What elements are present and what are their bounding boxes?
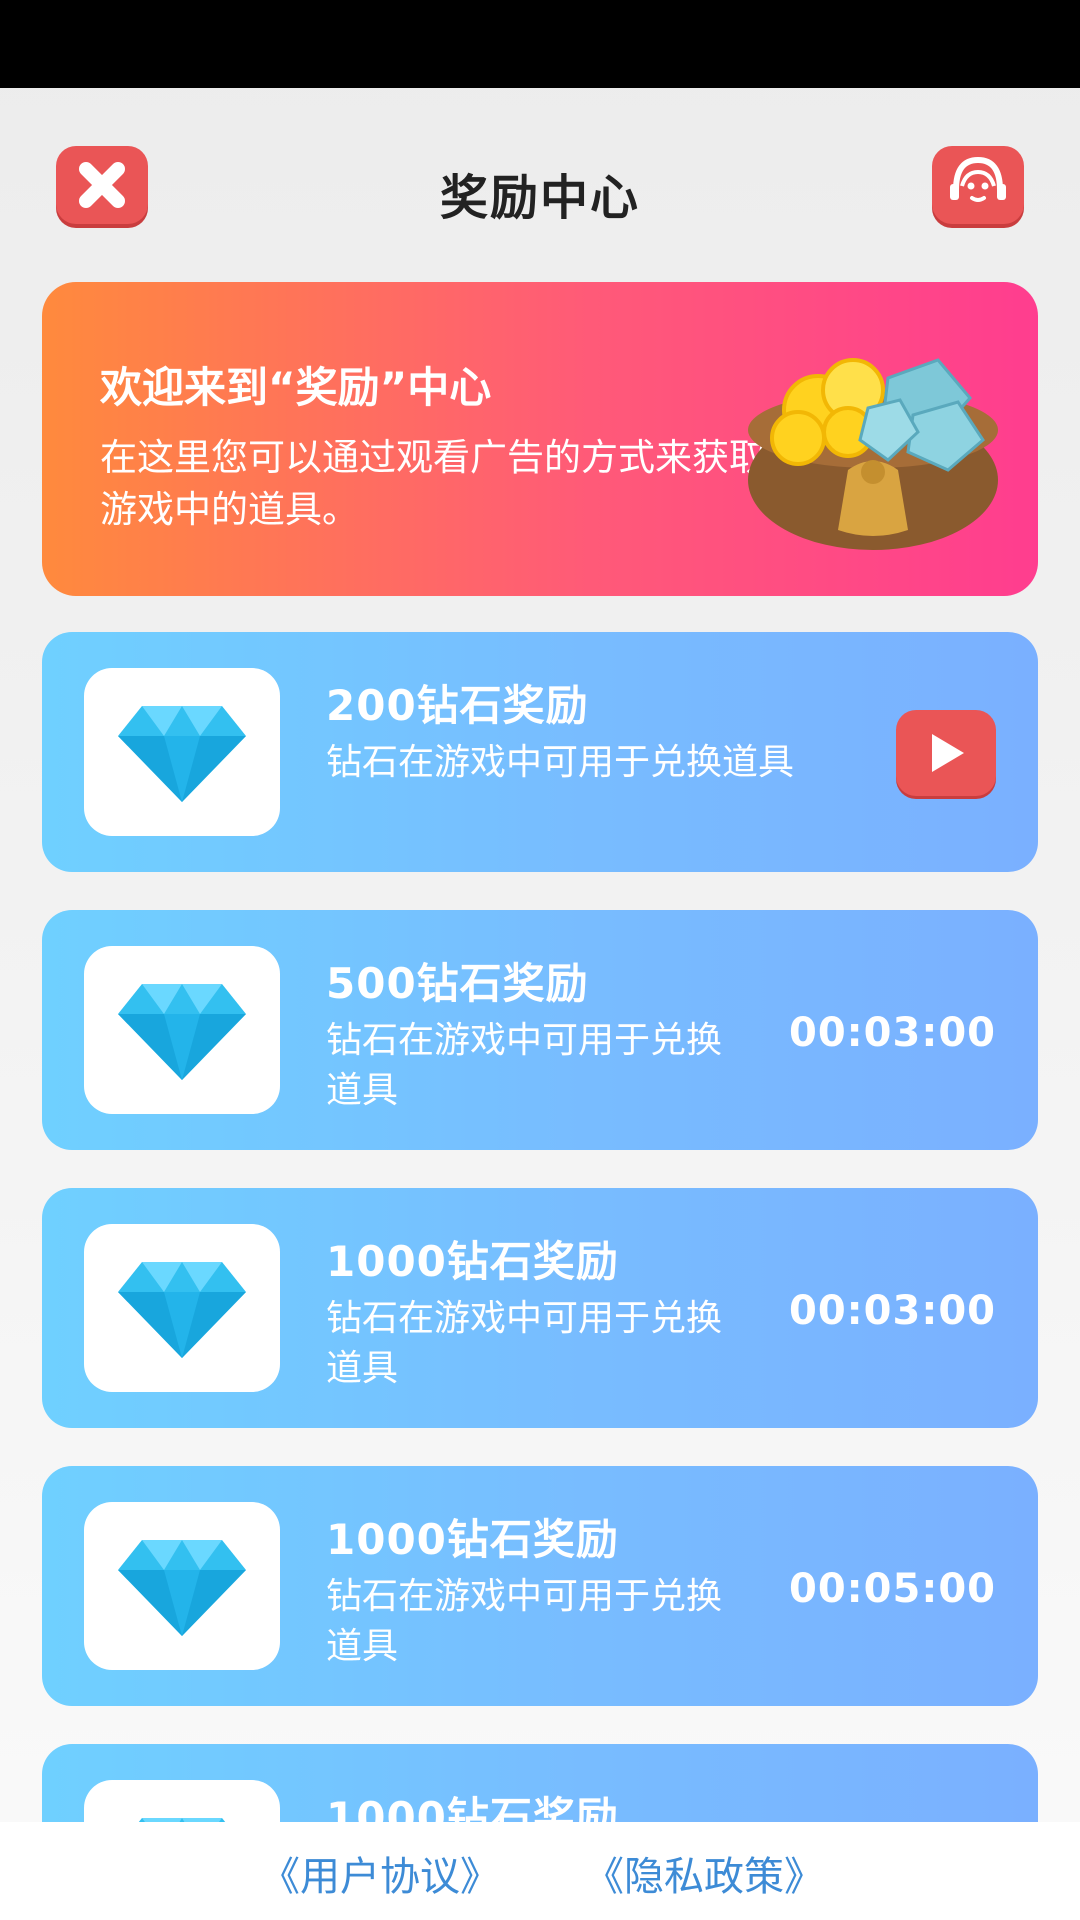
reward-description: 钻石在游戏中可用于兑换道具 bbox=[326, 1576, 723, 1667]
reward-list: 200钻石奖励 钻石在游戏中可用于兑换道具 500钻石奖励 钻石在游戏中可用于兑… bbox=[42, 632, 1038, 1822]
reward-title: 1000钻石奖励 bbox=[326, 1237, 619, 1286]
customer-service-button[interactable] bbox=[932, 146, 1024, 224]
diamond-icon bbox=[138, 1818, 226, 1822]
reward-thumbnail bbox=[84, 1502, 280, 1670]
reward-description: 钻石在游戏中可用于兑换道具 bbox=[326, 742, 795, 783]
banner-title: 欢迎来到“奖励”中心 bbox=[100, 363, 492, 412]
reward-title: 200钻石奖励 bbox=[326, 681, 589, 730]
watch-ad-button[interactable] bbox=[896, 710, 996, 796]
footer: 《用户协议》 《隐私政策》 bbox=[0, 1822, 1080, 1920]
cooldown-timer: 00:03:00 bbox=[789, 1288, 996, 1334]
reward-thumbnail bbox=[84, 1780, 280, 1822]
diamond-icon bbox=[118, 984, 246, 1080]
diamond-icon bbox=[118, 706, 246, 802]
reward-card: 1000钻石奖励 bbox=[42, 1744, 1038, 1822]
diamond-icon bbox=[118, 1262, 246, 1358]
customer-service-icon bbox=[950, 156, 1006, 202]
reward-card: 200钻石奖励 钻石在游戏中可用于兑换道具 bbox=[42, 632, 1038, 872]
reward-card: 500钻石奖励 钻石在游戏中可用于兑换道具 00:03:00 bbox=[42, 910, 1038, 1150]
reward-thumbnail bbox=[84, 946, 280, 1114]
reward-card: 1000钻石奖励 钻石在游戏中可用于兑换道具 00:05:00 bbox=[42, 1466, 1038, 1706]
privacy-policy-link[interactable]: 《隐私政策》 bbox=[584, 1844, 824, 1902]
diamond-icon bbox=[118, 1540, 246, 1636]
page-title: 奖励中心 bbox=[439, 170, 640, 226]
reward-card: 1000钻石奖励 钻石在游戏中可用于兑换道具 00:03:00 bbox=[42, 1188, 1038, 1428]
welcome-banner: 欢迎来到“奖励”中心 在这里您可以通过观看广告的方式来获取游戏中的道具。 bbox=[42, 282, 1038, 596]
reward-description: 钻石在游戏中可用于兑换道具 bbox=[326, 1298, 723, 1389]
cooldown-timer: 00:05:00 bbox=[789, 1566, 996, 1612]
user-agreement-link[interactable]: 《用户协议》 bbox=[260, 1844, 500, 1902]
header: 奖励中心 bbox=[0, 88, 1080, 288]
reward-description: 钻石在游戏中可用于兑换道具 bbox=[326, 1020, 723, 1111]
reward-title: 500钻石奖励 bbox=[326, 959, 589, 1008]
status-bar bbox=[0, 0, 1080, 88]
play-icon bbox=[932, 734, 964, 772]
banner-description: 在这里您可以通过观看广告的方式来获取游戏中的道具。 bbox=[100, 436, 766, 531]
reward-title: 1000钻石奖励 bbox=[326, 1515, 619, 1564]
cooldown-timer: 00:03:00 bbox=[789, 1010, 996, 1056]
treasure-basket-icon bbox=[748, 358, 998, 550]
reward-thumbnail bbox=[84, 668, 280, 836]
reward-title: 1000钻石奖励 bbox=[326, 1793, 619, 1822]
reward-thumbnail bbox=[84, 1224, 280, 1392]
